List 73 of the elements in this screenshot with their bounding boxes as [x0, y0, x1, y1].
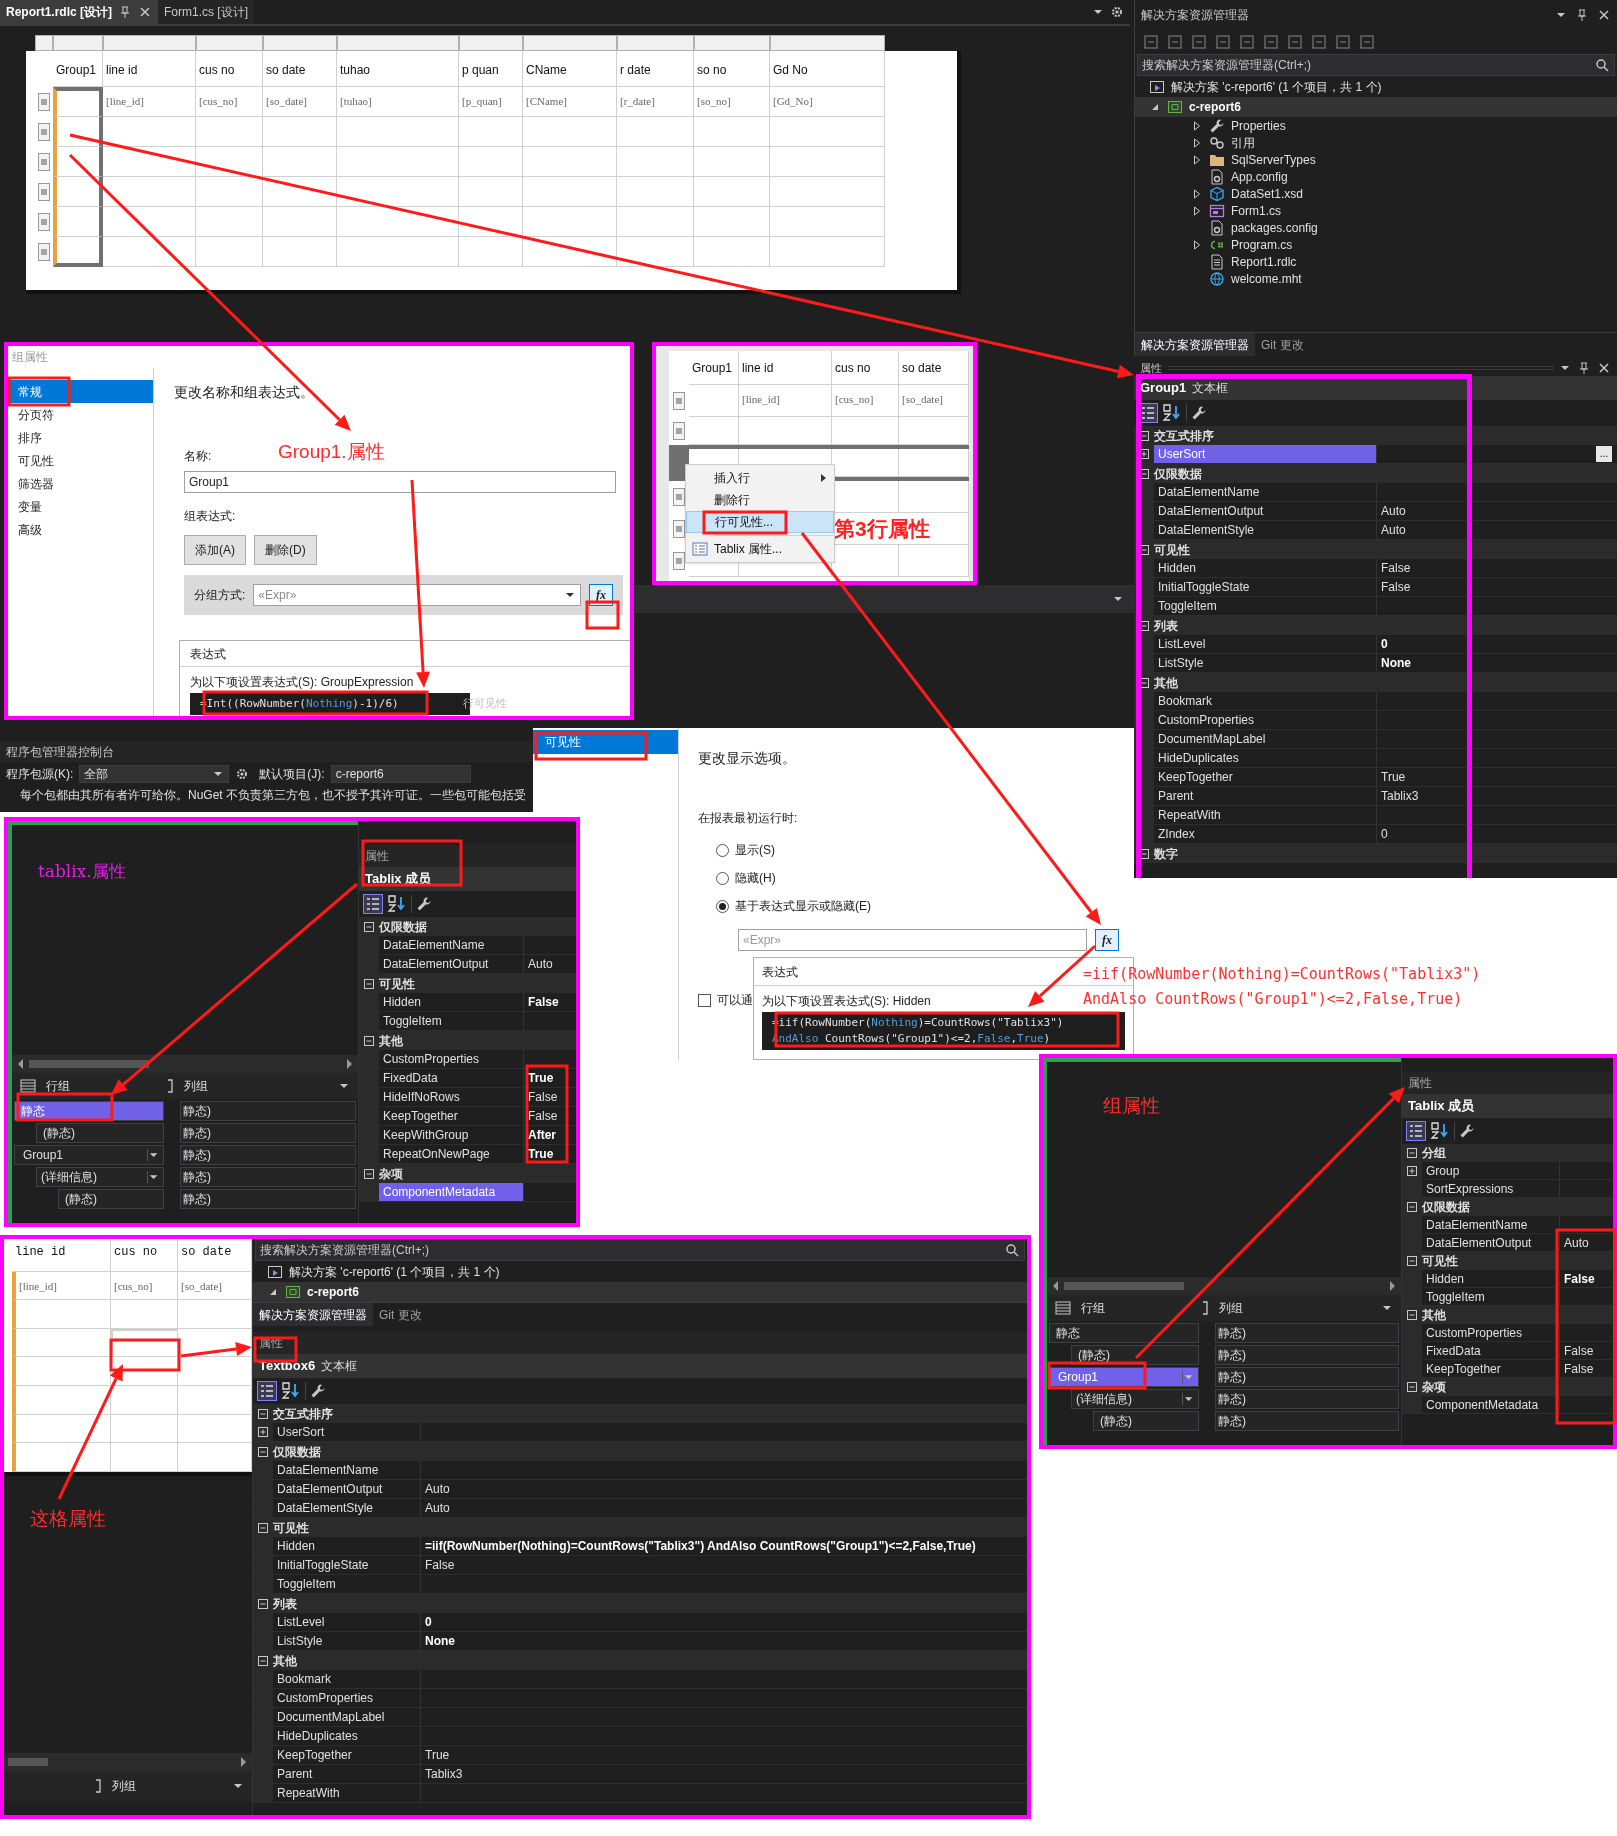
field-label: 分组方式: — [194, 587, 246, 604]
column-header: tuhao — [337, 51, 459, 87]
category-label: 交互式排序 — [273, 1405, 333, 1423]
annotation-text: AndAlso CountRows("Group1")<=2,False,True) — [1083, 988, 1464, 1010]
annotation-text: 组属性 — [1103, 1094, 1160, 1118]
category-label: 仅限数据 — [1422, 1199, 1470, 1216]
console-text: 每个包都由其所有者许可给你。NuGet 不负责第三方包，也不授予其许可证。一些包可能包括受 — [19, 787, 527, 804]
category-label: 杂项 — [1422, 1379, 1446, 1396]
panel-title: 属性 — [359, 845, 576, 867]
panel-title: 解决方案资源管理器 — [1141, 7, 1250, 24]
column-header: so date — [899, 351, 969, 385]
popup-title: 表达式 — [180, 641, 630, 667]
panel-title: 属性 — [1140, 360, 1162, 376]
category-label: 可见性 — [379, 975, 415, 993]
category-label: 其他 — [379, 1032, 403, 1050]
column-header: line id — [103, 51, 196, 87]
annotation-text: 第3行属性 — [834, 515, 930, 542]
category-label: 仅限数据 — [1154, 465, 1202, 483]
object-name: Group1 — [1140, 379, 1187, 398]
object-name: Tablix 成员 — [1408, 1097, 1475, 1116]
category-label: 列表 — [273, 1595, 297, 1613]
category-label: 杂项 — [379, 1165, 403, 1183]
popup-prompt: 为以下项设置表达式(S): Hidden — [762, 993, 931, 1010]
category-label: 分组 — [1422, 1145, 1446, 1162]
column-header: r date — [617, 51, 694, 87]
category-label: 可见性 — [1422, 1253, 1458, 1270]
column-header: Group1 — [53, 51, 103, 87]
column-header: p quan — [459, 51, 523, 87]
pane-label: 行组 — [1081, 1300, 1106, 1317]
dialog-heading: 更改显示选项。 — [698, 749, 797, 768]
category-label: 交互式排序 — [1154, 427, 1214, 445]
field-label: 在报表最初运行时: — [698, 810, 799, 827]
category-label: 可见性 — [1154, 541, 1190, 559]
column-header: Gd No — [770, 51, 885, 87]
category-label: 其他 — [1422, 1307, 1446, 1324]
popup-title: 表达式 — [761, 963, 799, 981]
column-header: cus no — [832, 351, 899, 385]
pane-label: 列组 — [1219, 1300, 1244, 1317]
category-label: 数字 — [1154, 845, 1178, 863]
object-name: Textbox6 — [259, 1357, 316, 1376]
field-label: 名称: — [184, 448, 212, 465]
pane-label: 行组 — [46, 1078, 71, 1095]
column-header: so date — [263, 51, 337, 87]
column-header: cus no — [196, 51, 263, 87]
annotation-text: =iif(RowNumber(Nothing)=CountRows("Tablix3") — [1083, 964, 1481, 985]
column-header: CName — [523, 51, 617, 87]
popup-prompt: 为以下项设置表达式(S): GroupExpression — [189, 674, 415, 691]
category-label: 仅限数据 — [273, 1443, 321, 1461]
annotation-text: Group1.属性 — [278, 440, 385, 464]
field-label: 程序包源(K): — [6, 766, 74, 783]
dialog-heading: 更改名称和组表达式。 — [174, 383, 314, 402]
column-header: Group1 — [689, 351, 739, 385]
pane-label: 列组 — [184, 1078, 209, 1095]
annotation-text: tablix.属性 — [38, 860, 126, 883]
column-header: line id — [12, 1239, 111, 1272]
category-label: 其他 — [273, 1652, 297, 1670]
dialog-title: 组属性 — [8, 346, 630, 368]
category-label: 列表 — [1154, 617, 1178, 635]
object-type: 文本框 — [321, 1358, 358, 1375]
panel-title: 属性 — [1402, 1072, 1613, 1094]
pane-label: 列组 — [112, 1778, 137, 1795]
category-label: 可见性 — [273, 1519, 309, 1537]
field-label: 默认项目(J): — [259, 766, 325, 783]
column-header: cus no — [111, 1239, 178, 1272]
column-header: line id — [739, 351, 832, 385]
column-header: so no — [694, 51, 770, 87]
category-label: 其他 — [1154, 674, 1178, 692]
panel-title: 程序包管理器控制台 — [0, 742, 533, 762]
annotation-text: 这格属性 — [30, 1507, 106, 1531]
category-label: 仅限数据 — [379, 918, 427, 936]
object-type: 文本框 — [1192, 380, 1229, 397]
field-label: 组表达式: — [184, 508, 236, 525]
column-header: so date — [178, 1239, 252, 1272]
